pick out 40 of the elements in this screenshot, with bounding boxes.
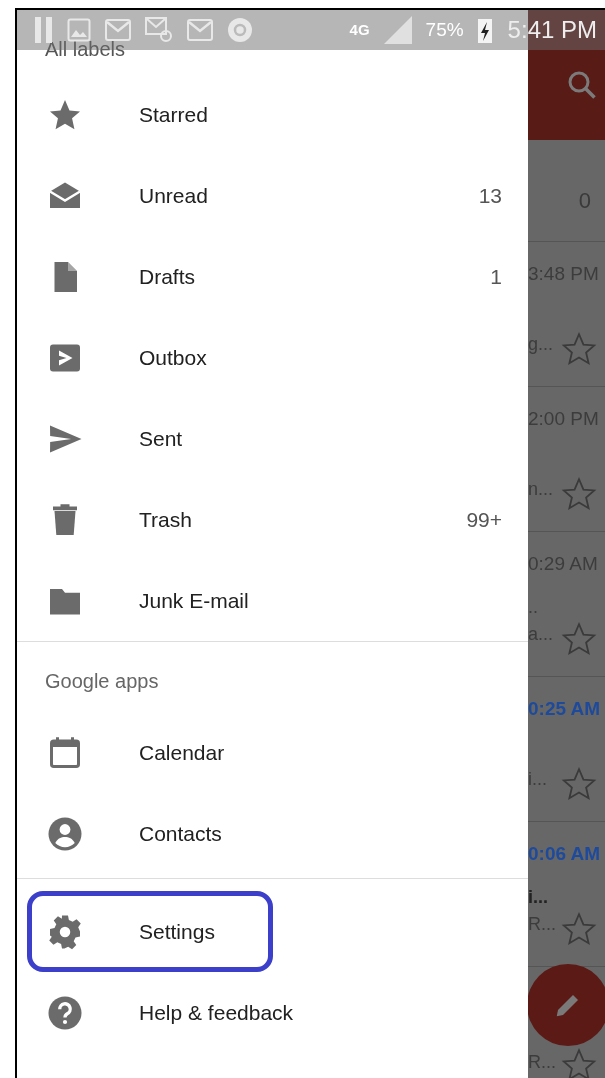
drawer-item[interactable]: Contacts — [17, 793, 528, 874]
star-icon[interactable] — [561, 912, 597, 946]
unread-count: 99+ — [466, 506, 502, 533]
drawer-item[interactable]: Help & feedback — [27, 972, 528, 1053]
star-icon[interactable] — [561, 1048, 597, 1078]
drawer-item[interactable]: Junk E-mail — [17, 560, 528, 641]
battery-percent: 75% — [425, 17, 464, 42]
compose-button[interactable] — [528, 964, 605, 1046]
unread-count: 13 — [478, 182, 502, 209]
drawer-item[interactable]: Calendar — [17, 712, 528, 793]
email-time: 0:06 AM — [528, 842, 602, 866]
mail-icon — [187, 19, 213, 41]
drawer-item[interactable]: Unread 13 — [17, 155, 528, 236]
star-icon[interactable] — [561, 332, 597, 366]
drawer-item[interactable]: Outbox — [17, 317, 528, 398]
settings-icon — [47, 913, 83, 950]
section-header: All labels — [45, 38, 126, 60]
email-time: 0:25 AM — [528, 697, 602, 721]
drawer-item[interactable]: Settings — [27, 891, 273, 972]
search-icon[interactable] — [567, 70, 597, 100]
drawer-item[interactable]: Starred — [17, 74, 528, 155]
person-icon — [47, 815, 83, 852]
email-snippet: i... — [528, 886, 549, 909]
star-icon[interactable] — [561, 622, 597, 656]
mail-icon — [105, 19, 131, 41]
drawer-item[interactable]: Trash 99+ — [17, 479, 528, 560]
email-snippet: .. — [528, 596, 539, 619]
help-icon — [47, 994, 83, 1031]
star-icon[interactable] — [561, 477, 597, 511]
network-label: 4G — [349, 19, 370, 40]
signal-icon — [383, 16, 412, 44]
drawer-item[interactable]: Drafts 1 — [17, 236, 528, 317]
section-header: Google apps — [44, 669, 160, 694]
image-icon — [67, 18, 91, 42]
mail-at-icon — [145, 17, 173, 43]
drawer-item[interactable]: Sent — [17, 398, 528, 479]
star-icon[interactable] — [561, 767, 597, 801]
calendar-icon — [47, 734, 83, 771]
unread-count: 1 — [490, 263, 502, 290]
pause-icon — [35, 17, 53, 43]
